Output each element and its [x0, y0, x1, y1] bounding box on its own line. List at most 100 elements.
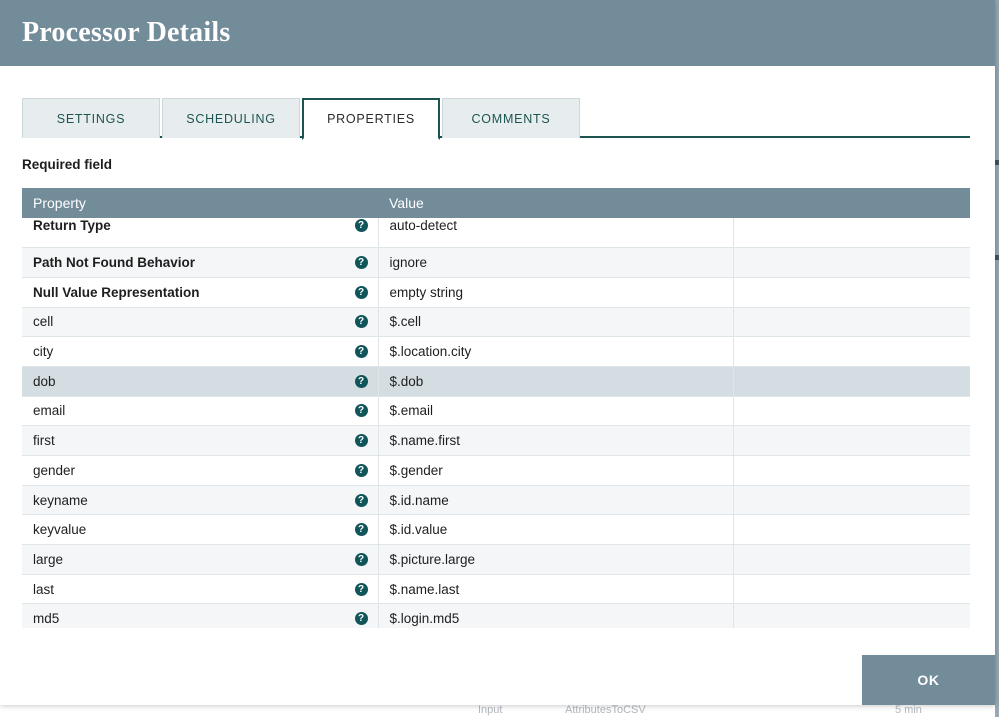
help-icon[interactable]: ? — [354, 523, 368, 537]
property-extra-cell[interactable] — [733, 455, 970, 486]
property-value: empty string — [389, 284, 464, 300]
property-label: first — [33, 433, 55, 449]
ok-button[interactable]: OK — [862, 655, 995, 705]
table-row[interactable]: first? $.name.first — [22, 425, 970, 456]
help-icon[interactable]: ? — [354, 552, 368, 566]
help-icon[interactable]: ? — [354, 493, 368, 507]
tab-comments-label: COMMENTS — [471, 111, 551, 126]
property-name-cell[interactable]: Path Not Found Behavior? — [22, 247, 379, 278]
property-value-cell[interactable]: $.location.city — [378, 336, 734, 367]
properties-table: Property Value Return Type? auto-detect Pa… — [22, 188, 970, 628]
help-icon[interactable]: ? — [354, 345, 368, 359]
property-extra-cell[interactable] — [733, 247, 970, 278]
property-extra-cell[interactable] — [733, 366, 970, 397]
column-header-property[interactable]: Property — [22, 188, 378, 218]
property-cell-inner: cell? — [33, 314, 377, 329]
property-name-cell[interactable]: keyvalue? — [22, 514, 379, 546]
property-extra-cell[interactable] — [733, 396, 970, 427]
property-cell-inner: gender? — [33, 463, 377, 478]
help-icon[interactable]: ? — [354, 285, 368, 299]
property-cell-inner: Path Not Found Behavior? — [33, 255, 377, 270]
page-title: Processor Details — [22, 17, 231, 48]
help-icon[interactable]: ? — [354, 612, 368, 626]
property-value-cell[interactable]: ignore — [378, 247, 734, 278]
property-value-cell[interactable]: $.name.first — [378, 425, 734, 456]
property-name-cell[interactable]: Return Type? — [22, 218, 379, 249]
property-name-cell[interactable]: last? — [22, 574, 379, 605]
property-name-cell[interactable]: gender? — [22, 455, 379, 486]
property-name-cell[interactable]: city? — [22, 336, 379, 367]
property-extra-cell[interactable] — [733, 425, 970, 456]
property-cell-inner: first? — [33, 433, 377, 449]
table-row[interactable]: email? $.email — [22, 396, 970, 427]
property-value-cell[interactable]: $.login.md5 — [378, 603, 734, 628]
help-icon[interactable]: ? — [354, 374, 368, 388]
table-row[interactable]: gender? $.gender — [22, 455, 970, 486]
property-value-cell[interactable]: auto-detect — [378, 218, 734, 249]
property-extra-cell[interactable] — [733, 544, 970, 575]
help-icon[interactable]: ? — [354, 404, 368, 418]
property-name-cell[interactable]: keyname? — [22, 485, 379, 516]
property-value-cell[interactable]: $.dob — [378, 366, 734, 397]
tab-comments[interactable]: COMMENTS — [442, 98, 580, 138]
property-cell-inner: city? — [33, 344, 377, 359]
table-row[interactable]: md5? $.login.md5 — [22, 603, 970, 628]
property-value-cell[interactable]: $.id.value — [378, 514, 734, 546]
property-name-cell[interactable]: md5? — [22, 603, 379, 628]
table-row[interactable]: city? $.location.city — [22, 336, 970, 367]
property-name-cell[interactable]: email? — [22, 396, 379, 427]
column-header-extra[interactable] — [733, 188, 970, 218]
property-label: keyvalue — [33, 522, 87, 538]
property-name-cell[interactable]: cell? — [22, 307, 379, 338]
property-value-cell[interactable]: $.name.last — [378, 574, 734, 605]
help-icon[interactable]: ? — [354, 463, 368, 477]
property-value: $.picture.large — [389, 551, 476, 567]
property-extra-cell[interactable] — [733, 603, 970, 628]
table-row[interactable]: cell? $.cell — [22, 307, 970, 338]
property-name-cell[interactable]: dob? — [22, 366, 379, 397]
property-extra-cell[interactable] — [733, 336, 970, 367]
table-row[interactable]: Path Not Found Behavior? ignore — [22, 247, 970, 278]
tab-scheduling[interactable]: SCHEDULING — [162, 98, 300, 138]
tab-settings-label: SETTINGS — [56, 111, 126, 126]
property-extra-cell[interactable] — [733, 485, 970, 516]
column-header-value[interactable]: Value — [378, 188, 733, 218]
table-header-row: Property Value — [22, 188, 970, 218]
property-extra-cell[interactable] — [733, 307, 970, 338]
background-label-duration: 5 min — [895, 704, 922, 716]
table-row[interactable]: dob? $.dob — [22, 366, 970, 397]
property-value-cell[interactable]: empty string — [378, 277, 734, 308]
tab-properties-label: PROPERTIES — [327, 112, 415, 126]
help-icon[interactable]: ? — [354, 256, 368, 270]
background-scrollbar-rail[interactable] — [993, 0, 999, 717]
property-cell-inner: Null Value Representation? — [33, 285, 377, 300]
properties-table-scroll[interactable]: Property Value Return Type? auto-detect Pa… — [22, 188, 970, 628]
property-name-cell[interactable]: large? — [22, 544, 379, 575]
table-row[interactable]: keyname? $.id.name — [22, 485, 970, 516]
background-label-processor: AttributesToCSV — [565, 704, 646, 716]
property-extra-cell[interactable] — [733, 277, 970, 308]
property-name-cell[interactable]: Null Value Representation? — [22, 277, 379, 308]
property-value-cell[interactable]: $.picture.large — [378, 544, 734, 575]
property-name-cell[interactable]: first? — [22, 425, 379, 456]
tab-properties[interactable]: PROPERTIES — [302, 98, 440, 140]
help-icon[interactable]: ? — [354, 434, 368, 448]
table-row[interactable]: last? $.name.last — [22, 574, 970, 605]
help-icon[interactable]: ? — [354, 219, 368, 233]
property-cell-inner: keyvalue? — [33, 522, 377, 538]
property-value-cell[interactable]: $.id.name — [378, 485, 734, 516]
property-extra-cell[interactable] — [733, 218, 970, 249]
property-value-cell[interactable]: $.cell — [378, 307, 734, 338]
help-icon[interactable]: ? — [354, 582, 368, 596]
table-row[interactable]: large? $.picture.large — [22, 544, 970, 575]
property-extra-cell[interactable] — [733, 514, 970, 546]
table-row[interactable]: Null Value Representation? empty string — [22, 277, 970, 308]
property-value-cell[interactable]: $.email — [378, 396, 734, 427]
help-icon[interactable]: ? — [354, 315, 368, 329]
property-value-cell[interactable]: $.gender — [378, 455, 734, 486]
property-extra-cell[interactable] — [733, 574, 970, 605]
property-label: large — [33, 551, 64, 567]
table-row[interactable]: keyvalue? $.id.value — [22, 514, 970, 546]
tab-settings[interactable]: SETTINGS — [22, 98, 160, 138]
table-row[interactable]: Return Type? auto-detect — [22, 218, 970, 249]
